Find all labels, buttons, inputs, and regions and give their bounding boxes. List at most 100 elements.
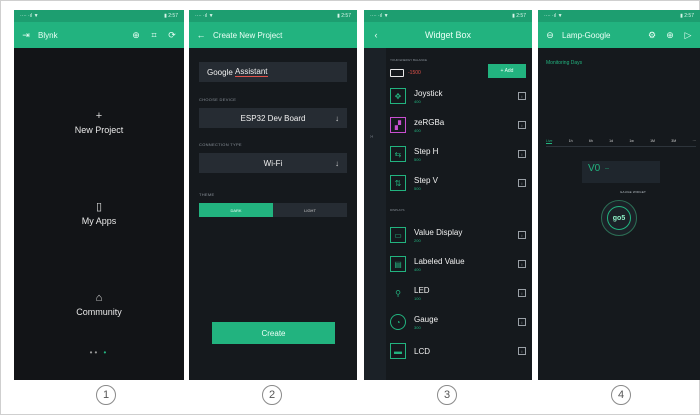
community-button[interactable]: ⌂ Community	[14, 292, 184, 317]
new-project-label: New Project	[74, 125, 124, 135]
status-signal: ···· ·ıl ▼	[370, 13, 389, 19]
time-range-1h[interactable]: 1h	[569, 139, 573, 144]
info-icon[interactable]: i	[518, 121, 526, 129]
theme-caption: THEME	[199, 192, 215, 197]
widget-zergba[interactable]: ▞ zeRGBa 400 i	[390, 111, 526, 139]
widget-joystick[interactable]: ✥ Joystick 400 i	[390, 82, 526, 110]
screen-home: ···· ·ıl ▼ ▮ 2:57 ⇥ Blynk ⊕ ⌗ ⟳ + New Pr…	[14, 10, 184, 380]
back-arrow-icon[interactable]: ←	[195, 30, 207, 40]
add-energy-button[interactable]: + Add	[488, 64, 526, 78]
info-icon[interactable]: i	[518, 318, 526, 326]
displays-caption: DISPLAYS	[390, 208, 405, 212]
widget-value-display[interactable]: ▭ Value Display 200 i	[390, 221, 526, 249]
exit-icon[interactable]: ⇥	[20, 30, 32, 41]
widget-step-h[interactable]: ⇆ Step H 500 i	[390, 140, 526, 168]
status-bar: ···· ·ıl ▼ ▮ 2:57	[538, 10, 700, 22]
connection-select[interactable]: Wi-Fi ↓	[199, 153, 347, 173]
widget-led[interactable]: ⚲ LED 100 i	[390, 279, 526, 307]
device-select[interactable]: ESP32 Dev Board ↓	[199, 108, 347, 128]
new-project-button[interactable]: + New Project	[14, 110, 184, 135]
info-icon[interactable]: i	[518, 231, 526, 239]
widget-gauge[interactable]: ◔ Gauge 300 i	[390, 308, 526, 336]
step-number-1: 1	[96, 385, 116, 405]
value-reading: --	[605, 166, 609, 172]
add-widget-icon[interactable]: ⊕	[664, 30, 676, 41]
qr-icon[interactable]: ⌗	[148, 30, 160, 41]
device-value: ESP32 Dev Board	[240, 113, 306, 123]
widget-cost: 400	[414, 98, 421, 104]
plus-circle-icon[interactable]: ⊕	[130, 30, 142, 41]
info-icon[interactable]: i	[518, 92, 526, 100]
connection-caption: CONNECTION TYPE	[199, 142, 242, 147]
page-indicator[interactable]: •• •	[14, 348, 184, 357]
time-range-1m[interactable]: 1M	[650, 139, 655, 144]
close-panel-icon[interactable]: ‹	[370, 30, 382, 40]
labeled-value-icon: ▤	[390, 256, 406, 272]
lcd-icon: ▬	[390, 343, 406, 359]
widget-name: Joystick	[414, 88, 443, 98]
gauge-caption: GAUGE WIDGET	[620, 190, 647, 194]
project-name-word1: Google	[207, 67, 233, 77]
led-icon: ⚲	[395, 288, 401, 298]
time-range-1d[interactable]: 1d	[609, 139, 613, 144]
info-icon[interactable]: i	[518, 179, 526, 187]
status-time: ▮ 2:57	[512, 13, 526, 19]
monitoring-label: Monitoring Days	[546, 60, 583, 66]
widget-name: LCD	[414, 346, 431, 356]
create-button[interactable]: Create	[212, 322, 335, 344]
gauge-value: go5	[607, 206, 631, 230]
sync-icon[interactable]: ⟳	[166, 30, 178, 41]
page-title: Create New Project	[213, 30, 283, 40]
settings-icon[interactable]: ⚙	[646, 30, 658, 41]
widget-step-v[interactable]: ⇅ Step V 500 i	[390, 169, 526, 197]
theme-toggle: DARK LIGHT	[199, 203, 347, 217]
energy-caption: YOUR ENERGY BALANCE	[390, 58, 427, 62]
widget-lcd[interactable]: ▬ LCD i	[390, 337, 526, 365]
collapse-arrow-icon[interactable]: ›‹	[370, 134, 373, 140]
project-name-input[interactable]: Google Assistant	[199, 62, 347, 82]
dropdown-arrow-icon: ↓	[335, 158, 339, 168]
play-icon[interactable]: ▷	[682, 30, 694, 41]
plus-icon: +	[95, 110, 103, 122]
widget-cost: 400	[414, 127, 421, 133]
status-signal: ···· ·ıl ▼	[195, 13, 214, 19]
time-range-live[interactable]: Live	[546, 139, 553, 144]
widget-labeled-value[interactable]: ▤ Labeled Value 400 i	[390, 250, 526, 278]
info-icon[interactable]: i	[518, 150, 526, 158]
step-number-4: 4	[611, 385, 631, 405]
status-bar: ···· ·ıl ▼ ▮ 2:57	[364, 10, 532, 22]
dropdown-arrow-icon: ↓	[335, 113, 339, 123]
my-apps-button[interactable]: ▯ My Apps	[14, 200, 184, 226]
theme-light-option[interactable]: LIGHT	[273, 203, 347, 217]
screen-create-project: ···· ·ıl ▼ ▮ 2:57 ← Create New Project G…	[189, 10, 357, 380]
page-dot-active: •	[103, 348, 109, 357]
time-range-1w[interactable]: 1w	[629, 139, 633, 144]
widget-cost: 200	[414, 237, 421, 243]
widget-cost: 500	[414, 156, 421, 162]
back-icon[interactable]: ⊖	[544, 30, 556, 41]
info-icon[interactable]: i	[518, 260, 526, 268]
time-range-6h[interactable]: 6h	[589, 139, 593, 144]
widget-name: zeRGBa	[414, 117, 445, 127]
device-caption: CHOOSE DEVICE	[199, 97, 237, 102]
gauge-icon: ◔	[390, 314, 406, 330]
widget-name: LED	[414, 285, 430, 295]
value-display-icon: ▭	[390, 227, 406, 243]
chart-divider	[546, 146, 696, 147]
info-icon[interactable]: i	[518, 347, 526, 355]
widget-name: Gauge	[414, 314, 439, 324]
app-bar: ‹ Widget Box	[364, 22, 532, 48]
status-bar: ···· ·ıl ▼ ▮ 2:57	[14, 10, 184, 22]
time-range-3m[interactable]: 3M	[671, 139, 676, 144]
step-number-3: 3	[437, 385, 457, 405]
status-time: ▮ 2:57	[680, 13, 694, 19]
time-range-more[interactable]: ···	[692, 139, 696, 144]
joystick-icon: ✥	[390, 88, 406, 104]
theme-dark-option[interactable]: DARK	[199, 203, 273, 217]
info-icon[interactable]: i	[518, 289, 526, 297]
step-v-icon: ⇅	[390, 175, 406, 191]
status-bar: ···· ·ıl ▼ ▮ 2:57	[189, 10, 357, 22]
widget-cost: 500	[414, 185, 421, 191]
page-title: Widget Box	[424, 30, 472, 40]
screen-project-dashboard: ···· ·ıl ▼ ▮ 2:57 ⊖ Lamp-Google ⚙ ⊕ ▷ Mo…	[538, 10, 700, 380]
